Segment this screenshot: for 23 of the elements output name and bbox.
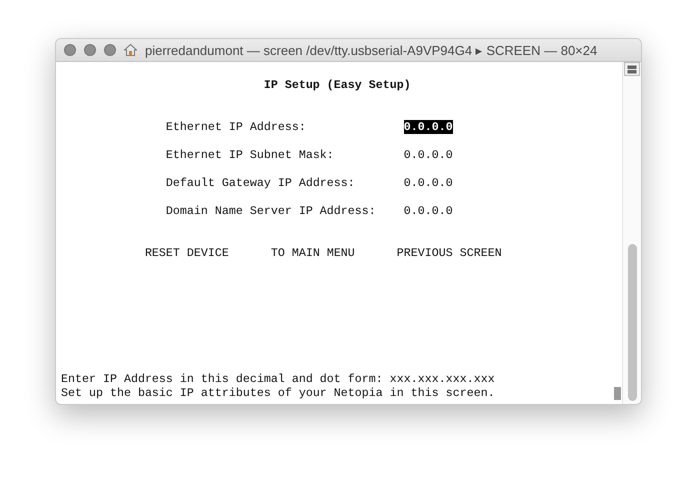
minimize-button[interactable] bbox=[84, 44, 96, 56]
text-cursor bbox=[614, 387, 621, 400]
ip-value[interactable]: 0.0.0.0 bbox=[404, 148, 453, 162]
field-label: Default Gateway IP Address: bbox=[166, 176, 356, 190]
ip-value[interactable]: 0.0.0.0 bbox=[404, 176, 453, 190]
menu-option[interactable]: TO MAIN MENU bbox=[270, 246, 355, 260]
home-icon bbox=[124, 44, 137, 56]
screen-heading: IP Setup (Easy Setup) bbox=[264, 78, 411, 92]
window-title: pierredandumont — screen /dev/tty.usbserial-A9VP94G4 ▸ SCREEN — 80×24 bbox=[145, 42, 598, 58]
split-icon bbox=[627, 64, 637, 74]
field-label: Ethernet IP Address: bbox=[166, 120, 307, 134]
ip-value[interactable]: 0.0.0.0 bbox=[404, 204, 453, 218]
menu-option[interactable]: PREVIOUS SCREEN bbox=[396, 246, 502, 260]
field-label: Domain Name Server IP Address: bbox=[166, 204, 377, 218]
ip-value[interactable]: 0.0.0.0 bbox=[404, 120, 453, 134]
help-line: Set up the basic IP attributes of your Netopia in this screen. bbox=[61, 386, 495, 400]
split-pane-button[interactable] bbox=[624, 62, 640, 76]
menu-option[interactable]: RESET DEVICE bbox=[144, 246, 229, 260]
close-button[interactable] bbox=[64, 44, 76, 56]
scrollbar-thumb[interactable] bbox=[628, 244, 636, 401]
zoom-button[interactable] bbox=[104, 44, 116, 56]
help-line: Enter IP Address in this decimal and dot form: xxx.xxx.xxx.xxx bbox=[61, 372, 495, 386]
field-label: Ethernet IP Subnet Mask: bbox=[166, 148, 335, 162]
